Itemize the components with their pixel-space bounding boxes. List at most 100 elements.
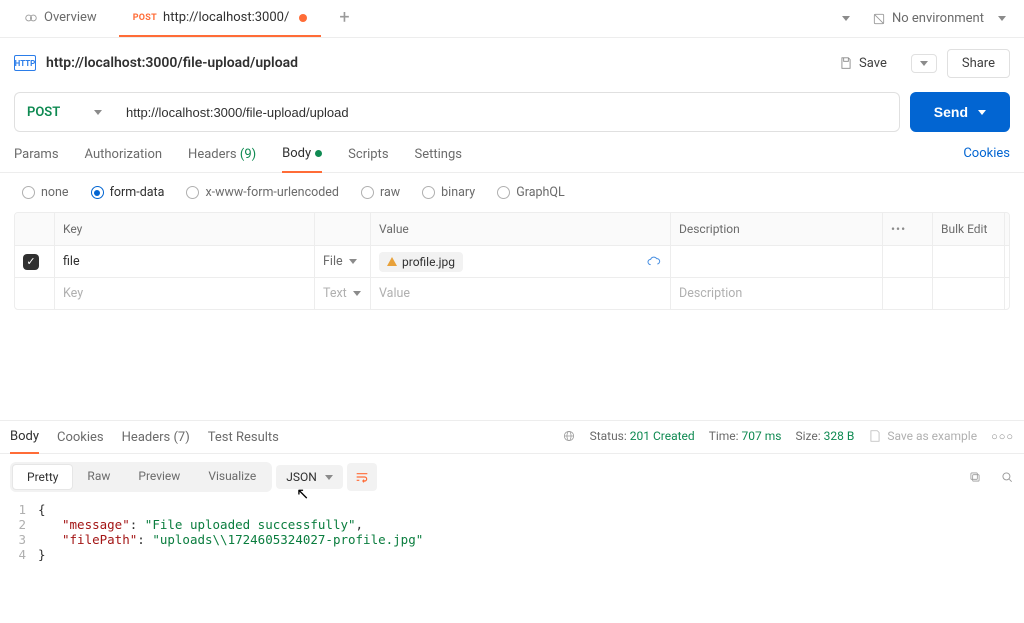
description-placeholder[interactable]: Description xyxy=(671,278,883,309)
bodytype-form-data[interactable]: form-data xyxy=(91,185,165,200)
col-description: Description xyxy=(671,213,883,245)
save-icon xyxy=(868,429,882,443)
method-selector[interactable]: POST xyxy=(14,92,114,132)
tab-overview-label: Overview xyxy=(44,10,97,25)
chevron-down-icon xyxy=(353,291,361,296)
search-icon[interactable] xyxy=(1000,470,1014,484)
response-more-icon[interactable]: ○○○ xyxy=(991,430,1014,443)
request-header-row: HTTP http://localhost:3000/file-upload/u… xyxy=(0,38,1024,84)
tab-scripts[interactable]: Scripts xyxy=(348,147,388,172)
tab-request-url: http://localhost:3000/ xyxy=(163,10,289,25)
request-tabs: Params Authorization Headers (9) Body Sc… xyxy=(0,132,1024,173)
chevron-down-icon xyxy=(978,110,986,115)
response-tabs: Body Cookies Headers (7) Test Results St… xyxy=(0,421,1024,454)
copy-icon[interactable] xyxy=(968,470,982,484)
bodytype-graphql[interactable]: GraphQL xyxy=(497,185,565,200)
format-selector[interactable]: JSON xyxy=(276,465,343,489)
kv-header-row: Key Value Description ••• Bulk Edit xyxy=(15,213,1009,245)
warning-icon xyxy=(387,257,397,266)
bodytype-raw[interactable]: raw xyxy=(361,185,400,200)
cloud-sync-icon[interactable] xyxy=(646,254,662,270)
key-placeholder[interactable]: Key xyxy=(55,278,315,309)
file-name: profile.jpg xyxy=(402,255,455,269)
overview-icon xyxy=(24,11,38,25)
view-mode-group: Pretty Raw Preview Visualize xyxy=(10,462,272,492)
tab-overflow-chevron-icon[interactable] xyxy=(842,16,850,21)
save-button[interactable]: Save xyxy=(825,50,901,77)
globe-icon[interactable] xyxy=(562,429,576,443)
resp-tab-body[interactable]: Body xyxy=(10,429,39,454)
line-wrap-button[interactable] xyxy=(347,463,377,491)
columns-menu-icon[interactable]: ••• xyxy=(883,213,933,245)
bulk-edit-button[interactable]: Bulk Edit xyxy=(933,213,1005,245)
response-panel: Body Cookies Headers (7) Test Results St… xyxy=(0,420,1024,623)
tab-body[interactable]: Body xyxy=(282,146,322,173)
type-selector[interactable]: Text xyxy=(315,278,371,309)
environment-selector[interactable]: No environment xyxy=(864,7,1014,30)
resp-headers-count: (7) xyxy=(173,430,189,445)
new-tab-button[interactable]: + xyxy=(329,0,359,37)
environment-label: No environment xyxy=(892,11,984,26)
cookies-link[interactable]: Cookies xyxy=(963,146,1010,161)
key-cell[interactable]: file xyxy=(55,246,315,277)
save-as-example-button[interactable]: Save as example xyxy=(868,429,977,443)
resp-tab-headers[interactable]: Headers (7) xyxy=(122,430,190,453)
no-environment-icon xyxy=(872,12,886,26)
time-value: 707 ms xyxy=(742,429,782,443)
url-input[interactable] xyxy=(114,92,900,132)
view-preview[interactable]: Preview xyxy=(124,464,194,490)
bodytype-binary[interactable]: binary xyxy=(422,185,475,200)
resp-tab-cookies[interactable]: Cookies xyxy=(57,430,104,453)
tab-method-badge: POST xyxy=(133,13,157,23)
view-pretty[interactable]: Pretty xyxy=(12,464,73,490)
chevron-down-icon xyxy=(94,110,102,115)
tab-request-active[interactable]: POST http://localhost:3000/ xyxy=(119,0,322,37)
send-label: Send xyxy=(934,104,968,120)
table-row: Key Text Value Description xyxy=(15,277,1009,309)
col-value: Value xyxy=(371,213,671,245)
top-tab-bar: Overview POST http://localhost:3000/ + N… xyxy=(0,0,1024,38)
type-selector[interactable]: File xyxy=(315,246,371,277)
value-placeholder[interactable]: Value xyxy=(371,278,671,309)
save-dropdown-button[interactable] xyxy=(911,54,937,73)
tab-overview[interactable]: Overview xyxy=(10,0,111,37)
tab-authorization[interactable]: Authorization xyxy=(85,147,163,172)
response-meta: Status: 201 Created Time: 707 ms Size: 3… xyxy=(562,429,1014,443)
unsaved-dot-icon xyxy=(299,14,307,22)
body-type-row: none form-data x-www-form-urlencoded raw… xyxy=(0,173,1024,212)
view-visualize[interactable]: Visualize xyxy=(194,464,270,490)
chevron-down-icon xyxy=(998,16,1006,21)
method-value: POST xyxy=(27,105,60,120)
bodytype-xwww[interactable]: x-www-form-urlencoded xyxy=(186,185,339,200)
description-cell[interactable] xyxy=(671,246,883,277)
table-row: ✓ file File profile.jpg xyxy=(15,245,1009,277)
status-value: 201 Created xyxy=(630,429,695,443)
view-raw[interactable]: Raw xyxy=(73,464,124,490)
request-title[interactable]: http://localhost:3000/file-upload/upload xyxy=(46,55,298,71)
value-cell[interactable]: profile.jpg xyxy=(371,246,671,277)
tab-params[interactable]: Params xyxy=(14,147,59,172)
wrap-icon xyxy=(354,469,370,485)
share-button[interactable]: Share xyxy=(947,49,1010,78)
tab-settings[interactable]: Settings xyxy=(415,147,462,172)
file-chip[interactable]: profile.jpg xyxy=(379,252,463,272)
save-icon xyxy=(839,56,853,70)
col-key: Key xyxy=(55,213,315,245)
resp-tab-test-results[interactable]: Test Results xyxy=(208,430,279,453)
headers-count: (9) xyxy=(240,147,256,162)
send-button[interactable]: Send xyxy=(910,92,1010,132)
http-badge-icon: HTTP xyxy=(14,55,36,71)
response-toolbar: Pretty Raw Preview Visualize JSON xyxy=(0,454,1024,500)
row-enable-checkbox[interactable]: ✓ xyxy=(23,254,39,270)
share-label: Share xyxy=(962,56,995,71)
save-label: Save xyxy=(859,56,887,71)
chevron-down-icon xyxy=(325,475,333,480)
size-value: 328 B xyxy=(824,429,855,443)
body-indicator-dot-icon xyxy=(315,150,322,157)
chevron-down-icon xyxy=(920,61,928,66)
bodytype-none[interactable]: none xyxy=(22,185,69,200)
chevron-down-icon xyxy=(349,259,357,264)
tab-headers[interactable]: Headers (9) xyxy=(188,147,256,172)
response-body-viewer[interactable]: 1{ 2 "message": "File uploaded successfu… xyxy=(0,500,1024,568)
url-row: POST Send xyxy=(14,92,1010,132)
